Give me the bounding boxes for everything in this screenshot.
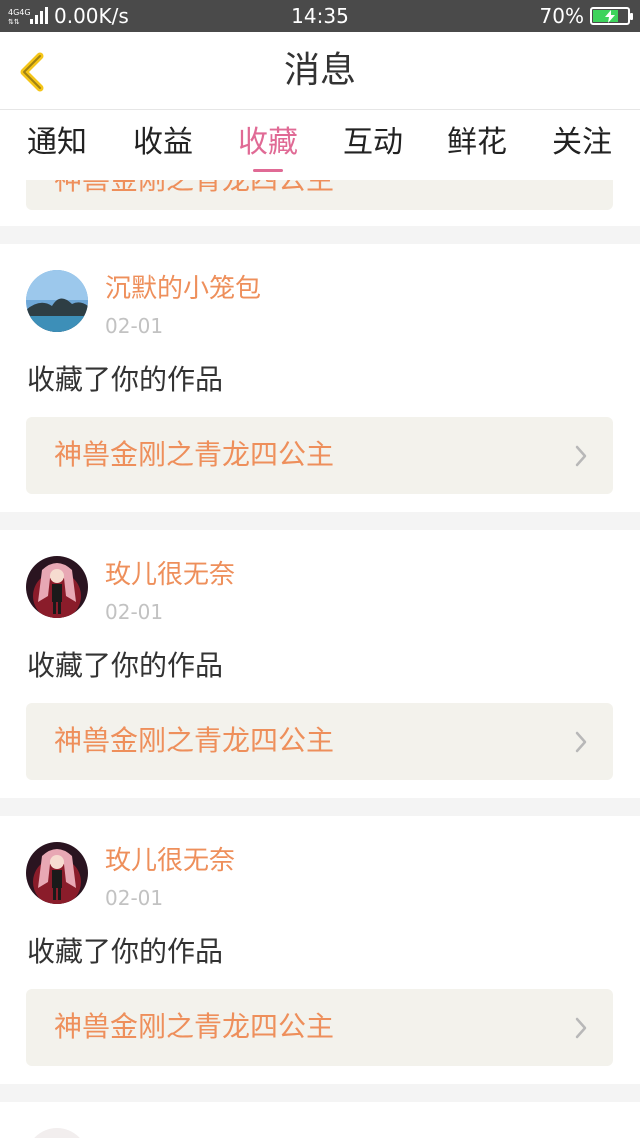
message-list[interactable]: 神兽金刚之青龙四公主 沉默的小笼包 02-01 收藏了你的作品 神兽金刚之青龙四…: [0, 180, 640, 1138]
tab-label: 收益: [133, 125, 193, 160]
avatar[interactable]: [26, 1128, 88, 1138]
user-name[interactable]: 玫儿很无奈: [105, 558, 235, 592]
battery-percent: 70%: [539, 4, 584, 28]
landscape-avatar-image: [26, 270, 88, 332]
work-title: 神兽金刚之青龙四公主: [54, 724, 335, 757]
tab-label: 通知: [27, 125, 87, 160]
tab-label: 收藏: [238, 125, 298, 160]
chevron-right-icon: [575, 1017, 587, 1039]
tab-interactions[interactable]: 互动: [320, 110, 426, 180]
user-name[interactable]: 沉默的小笼包: [105, 272, 261, 306]
page-title: 消息: [283, 50, 356, 91]
work-title: 神兽金刚之青龙四公主: [54, 1010, 335, 1043]
avatar-image: [26, 1128, 88, 1138]
tab-earnings[interactable]: 收益: [110, 110, 216, 180]
tab-following[interactable]: 关注: [529, 110, 635, 180]
item-date: 02-01: [105, 600, 164, 624]
avatar[interactable]: [26, 842, 88, 904]
work-link[interactable]: 神兽金刚之青龙四公主: [26, 180, 613, 210]
avatar[interactable]: [26, 270, 88, 332]
list-item: [0, 1102, 640, 1138]
status-bar: 4G4G ⇅⇅ 0.00K/s 14:35 70%: [0, 0, 640, 32]
avatar[interactable]: [26, 556, 88, 618]
work-link[interactable]: 神兽金刚之青龙四公主: [26, 703, 613, 780]
item-date: 02-01: [105, 886, 164, 910]
list-item: 玫儿很无奈 02-01 收藏了你的作品 神兽金刚之青龙四公主: [0, 816, 640, 1084]
item-action-text: 收藏了你的作品: [27, 649, 224, 682]
user-name[interactable]: 玫儿很无奈: [105, 844, 235, 878]
battery-icon: [590, 7, 633, 25]
anime-girl-avatar-image: [26, 842, 88, 904]
list-item: 玫儿很无奈 02-01 收藏了你的作品 神兽金刚之青龙四公主: [0, 530, 640, 798]
list-item: 沉默的小笼包 02-01 收藏了你的作品 神兽金刚之青龙四公主: [0, 244, 640, 512]
tab-bar: 通知 收益 收藏 互动 鲜花 关注: [0, 110, 640, 180]
work-title: 神兽金刚之青龙四公主: [54, 180, 334, 198]
tab-label: 关注: [552, 125, 612, 160]
active-tab-indicator: [253, 169, 283, 172]
tab-label: 鲜花: [447, 125, 507, 160]
work-link[interactable]: 神兽金刚之青龙四公主: [26, 989, 613, 1066]
tab-notifications[interactable]: 通知: [4, 110, 110, 180]
charging-bolt-icon: [605, 10, 615, 23]
list-item: 神兽金刚之青龙四公主: [0, 180, 640, 226]
work-title: 神兽金刚之青龙四公主: [54, 438, 335, 471]
nav-bar: 消息: [0, 32, 640, 110]
tab-label: 互动: [343, 125, 403, 160]
chevron-right-icon: [575, 731, 587, 753]
work-link[interactable]: 神兽金刚之青龙四公主: [26, 417, 613, 494]
tab-favorites[interactable]: 收藏: [215, 110, 321, 180]
anime-girl-avatar-image: [26, 556, 88, 618]
item-date: 02-01: [105, 314, 164, 338]
item-action-text: 收藏了你的作品: [27, 363, 224, 396]
tab-flowers[interactable]: 鲜花: [424, 110, 530, 180]
item-action-text: 收藏了你的作品: [27, 935, 224, 968]
chevron-right-icon: [575, 445, 587, 467]
